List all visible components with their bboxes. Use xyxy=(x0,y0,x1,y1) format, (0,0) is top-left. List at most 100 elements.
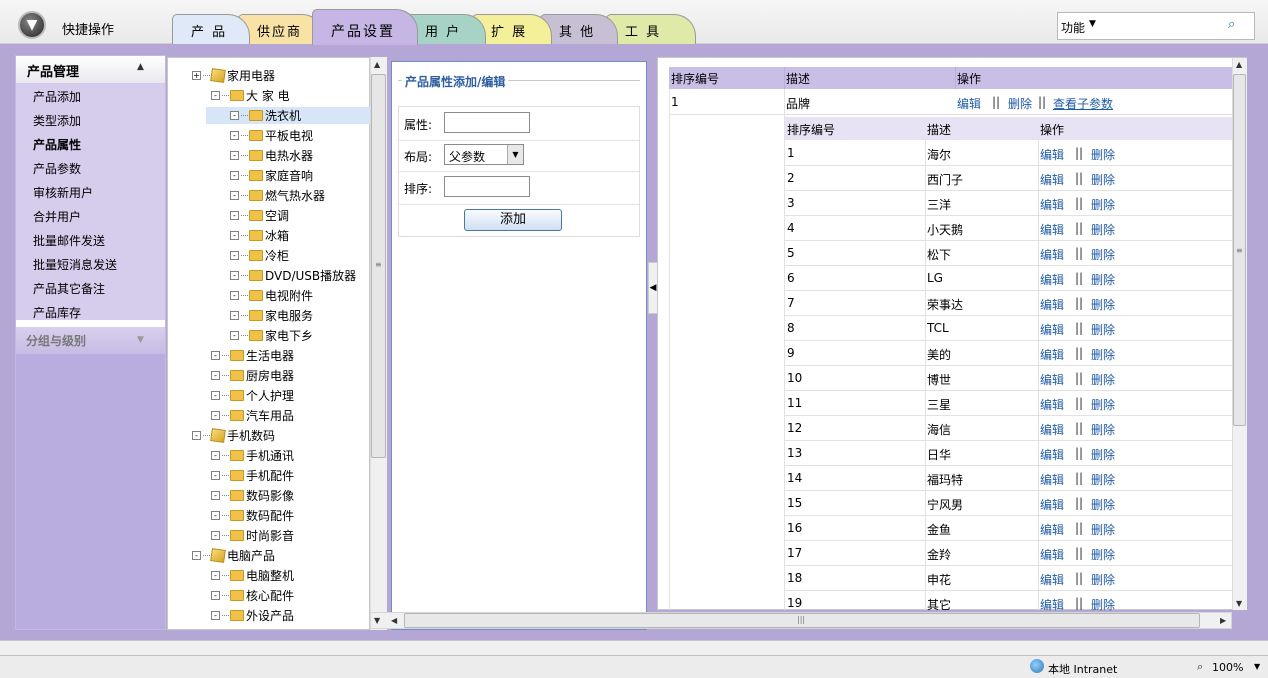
edit-link[interactable]: 编辑 xyxy=(1040,496,1064,513)
edit-link[interactable]: 编辑 xyxy=(1040,596,1064,613)
quick-actions-label[interactable]: 快捷操作 xyxy=(62,19,114,38)
tree-node[interactable]: - 手机数码 xyxy=(192,427,275,444)
tree-node[interactable]: - 外设产品 xyxy=(211,607,294,624)
tree-node[interactable]: - 家电服务 xyxy=(230,307,313,324)
collapse-icon[interactable]: - xyxy=(230,331,239,340)
collapse-icon[interactable]: - xyxy=(230,251,239,260)
delete-link[interactable]: 删除 xyxy=(1091,371,1115,388)
collapse-icon[interactable]: - xyxy=(230,111,239,120)
edit-link[interactable]: 编辑 xyxy=(1040,346,1064,363)
tree-node[interactable]: + 家用电器 xyxy=(192,67,275,84)
collapse-icon[interactable]: - xyxy=(211,531,220,540)
scroll-down-icon[interactable]: ▼ xyxy=(374,616,380,625)
tree-node-label[interactable]: 家用电器 xyxy=(227,67,275,84)
collapse-icon[interactable]: - xyxy=(230,271,239,280)
tree-node[interactable]: - 家电下乡 xyxy=(230,327,313,344)
tree-node[interactable]: - 冷柜 xyxy=(230,247,289,264)
tree-node-label[interactable]: 个人护理 xyxy=(246,387,294,404)
collapse-icon[interactable]: - xyxy=(230,131,239,140)
edit-link[interactable]: 编辑 xyxy=(1040,221,1064,238)
edit-link[interactable]: 编辑 xyxy=(1040,271,1064,288)
tree-node[interactable]: - 燃气热水器 xyxy=(230,187,325,204)
tree-node-label[interactable]: 电脑整机 xyxy=(246,567,294,584)
collapse-icon[interactable]: - xyxy=(211,91,220,100)
tree-node[interactable]: -大 家 电 xyxy=(211,87,290,104)
tree-node-label[interactable]: 时尚影音 xyxy=(246,527,294,544)
tree-node[interactable]: - 冰箱 xyxy=(230,227,289,244)
edit-link[interactable]: 编辑 xyxy=(957,95,981,112)
tree-node-label[interactable]: 核心配件 xyxy=(246,587,294,604)
edit-link[interactable]: 编辑 xyxy=(1040,421,1064,438)
function-search-box[interactable] xyxy=(1057,12,1255,40)
chevron-up-icon[interactable]: ▲ xyxy=(137,62,144,72)
delete-link[interactable]: 删除 xyxy=(1091,471,1115,488)
sidebar-item[interactable]: 批量短消息发送 xyxy=(33,256,117,273)
sidebar-item[interactable]: 产品添加 xyxy=(33,88,81,105)
function-dropdown-label[interactable]: 功能 xyxy=(1061,19,1085,36)
tab-3[interactable]: 产品设置 xyxy=(312,9,418,45)
tree-node-label[interactable]: 电热水器 xyxy=(265,147,313,164)
tree-node[interactable]: - 洗衣机 xyxy=(206,107,370,124)
edit-link[interactable]: 编辑 xyxy=(1040,171,1064,188)
zoom-icon[interactable]: ⌕ xyxy=(1197,660,1203,674)
tree-node[interactable]: - 电视附件 xyxy=(230,287,313,304)
edit-link[interactable]: 编辑 xyxy=(1040,321,1064,338)
tree-node-label[interactable]: 家庭音响 xyxy=(265,167,313,184)
tree-node-label[interactable]: 手机数码 xyxy=(227,427,275,444)
sidebar-item[interactable]: 审核新用户 xyxy=(33,184,93,201)
edit-link[interactable]: 编辑 xyxy=(1040,571,1064,588)
collapse-icon[interactable]: - xyxy=(211,351,220,360)
tab-4[interactable]: 用 户 xyxy=(406,14,486,44)
scroll-up-icon[interactable]: ▲ xyxy=(374,60,380,69)
tree-node-label[interactable]: 洗衣机 xyxy=(265,107,302,124)
delete-link[interactable]: 删除 xyxy=(1091,596,1115,613)
collapse-icon[interactable]: - xyxy=(211,611,220,620)
delete-link[interactable]: 删除 xyxy=(1091,396,1115,413)
delete-link[interactable]: 删除 xyxy=(1091,221,1115,238)
sidebar-item[interactable]: 产品参数 xyxy=(33,160,81,177)
edit-link[interactable]: 编辑 xyxy=(1040,546,1064,563)
collapse-icon[interactable]: - xyxy=(230,311,239,320)
delete-link[interactable]: 删除 xyxy=(1091,271,1115,288)
tree-node[interactable]: - 空调 xyxy=(230,207,289,224)
tree-node-label[interactable]: 冷柜 xyxy=(265,247,289,264)
collapse-icon[interactable]: - xyxy=(211,571,220,580)
collapse-icon[interactable]: - xyxy=(230,211,239,220)
tree-node[interactable]: - 数码影像 xyxy=(211,487,294,504)
chevron-down-icon[interactable]: ▼ xyxy=(507,145,523,164)
collapse-icon[interactable]: - xyxy=(211,471,220,480)
edit-link[interactable]: 编辑 xyxy=(1040,296,1064,313)
tree-node[interactable]: - 手机通讯 xyxy=(211,447,294,464)
tree-node[interactable]: - 平板电视 xyxy=(230,127,313,144)
tree-node-label[interactable]: 手机通讯 xyxy=(246,447,294,464)
edit-link[interactable]: 编辑 xyxy=(1040,521,1064,538)
tree-node-label[interactable]: DVD/USB播放器 xyxy=(265,267,356,284)
tab-1[interactable]: 产 品 xyxy=(172,14,250,44)
tree-node[interactable]: - 时尚影音 xyxy=(211,527,294,544)
delete-link[interactable]: 删除 xyxy=(1091,546,1115,563)
tree-node[interactable]: - 厨房电器 xyxy=(211,367,294,384)
tree-node[interactable]: - 核心配件 xyxy=(211,587,294,604)
scroll-right-icon[interactable]: ▶ xyxy=(1220,616,1226,625)
tree-node[interactable]: - 汽车用品 xyxy=(211,407,294,424)
tree-node[interactable]: - 电热水器 xyxy=(230,147,313,164)
tree-node-label[interactable]: 大 家 电 xyxy=(246,87,290,104)
tab-7[interactable]: 工 具 xyxy=(606,14,696,44)
sidebar-item[interactable]: 类型添加 xyxy=(33,112,81,129)
tree-node[interactable]: - 数码配件 xyxy=(211,507,294,524)
sidebar-item[interactable]: 产品属性 xyxy=(33,136,81,153)
collapse-icon[interactable]: - xyxy=(230,151,239,160)
tree-node-label[interactable]: 家电服务 xyxy=(265,307,313,324)
sidebar-item[interactable]: 批量邮件发送 xyxy=(33,232,105,249)
edit-link[interactable]: 编辑 xyxy=(1040,371,1064,388)
scroll-up-icon[interactable]: ▲ xyxy=(1236,60,1242,69)
collapse-icon[interactable]: - xyxy=(211,411,220,420)
delete-link[interactable]: 删除 xyxy=(1008,95,1032,112)
delete-link[interactable]: 删除 xyxy=(1091,146,1115,163)
collapse-icon[interactable]: - xyxy=(211,511,220,520)
delete-link[interactable]: 删除 xyxy=(1091,521,1115,538)
view-sub-params-link[interactable]: 查看子参数 xyxy=(1053,95,1113,112)
edit-link[interactable]: 编辑 xyxy=(1040,396,1064,413)
tree-node-label[interactable]: 厨房电器 xyxy=(246,367,294,384)
tree-node[interactable]: - 家庭音响 xyxy=(230,167,313,184)
